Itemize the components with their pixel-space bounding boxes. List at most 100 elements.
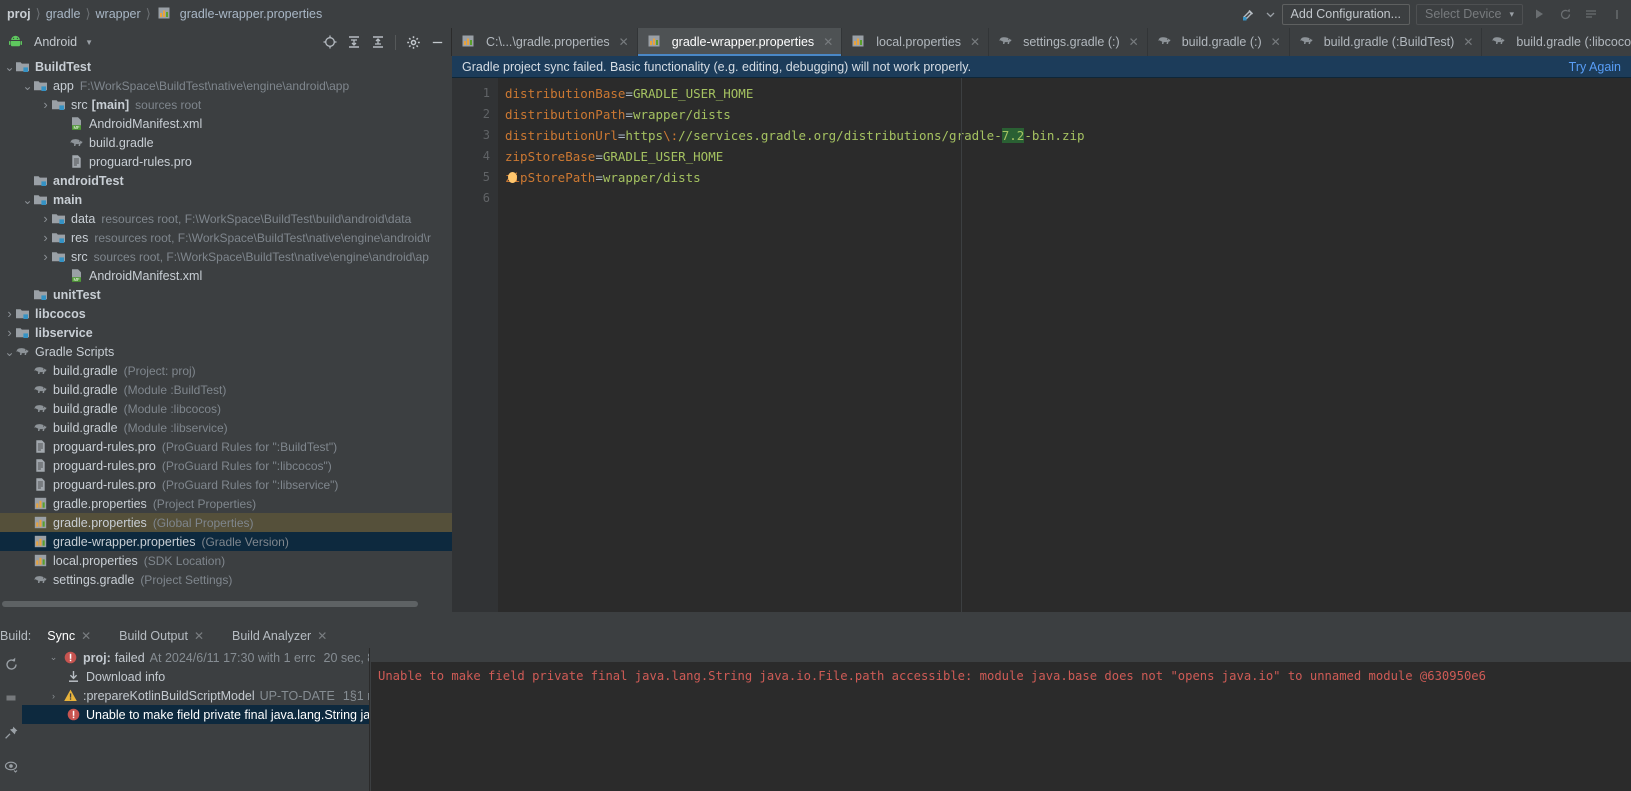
build-console[interactable]: Unable to make field private final java.… <box>371 648 1631 791</box>
editor-tab[interactable]: local.properties ✕ <box>842 28 990 56</box>
project-view-label: Android <box>34 35 78 49</box>
tree-node[interactable]: build.gradle <box>0 133 452 152</box>
close-icon[interactable]: ✕ <box>970 35 980 49</box>
manifest-file-icon: MF <box>69 116 85 132</box>
tree-node[interactable]: local.properties (SDK Location) <box>0 551 452 570</box>
close-icon[interactable]: ✕ <box>619 35 629 49</box>
pin-icon[interactable] <box>1 722 21 742</box>
close-icon[interactable]: ✕ <box>1271 35 1281 49</box>
chevron-right-icon[interactable]: › <box>4 306 15 321</box>
tab-build-output[interactable]: Build Output ✕ <box>115 624 208 648</box>
collapse-all-icon[interactable] <box>368 32 388 52</box>
editor-tab[interactable]: build.gradle (:) ✕ <box>1148 28 1290 56</box>
tree-node[interactable]: ⌄ app F:\WorkSpace\BuildTest\native\engine… <box>0 76 452 95</box>
close-icon[interactable]: ✕ <box>317 629 327 643</box>
tree-node[interactable]: settings.gradle (Project Settings) <box>0 570 452 589</box>
tree-node[interactable]: gradle.properties (Project Properties) <box>0 494 452 513</box>
code-content[interactable]: distributionBase=GRADLE_USER_HOME distri… <box>498 78 1631 612</box>
tree-node[interactable]: proguard-rules.pro (ProGuard Rules for ":… <box>0 456 452 475</box>
build-result-tree[interactable]: ⌄ proj: failed At 2024/6/11 17:30 with 1 er… <box>22 648 370 791</box>
build-tree-row[interactable]: Unable to make field private final java.… <box>22 705 369 724</box>
tab-sync[interactable]: Sync ✕ <box>43 624 96 650</box>
rerun-icon[interactable] <box>1555 4 1575 24</box>
code-line-2: distributionPath=wrapper/dists <box>498 104 1631 125</box>
editor-tab[interactable]: build.gradle (:BuildTest) ✕ <box>1290 28 1483 56</box>
tree-node[interactable]: unitTest <box>0 285 452 304</box>
tree-node[interactable]: › data resources root, F:\WorkSpace\BuildT… <box>0 209 452 228</box>
line-number: 4 <box>482 149 490 163</box>
chevron-down-icon[interactable]: ⌄ <box>22 79 33 93</box>
chevron-right-icon[interactable]: › <box>4 325 15 340</box>
breadcrumb-item-wrapper[interactable]: wrapper <box>93 7 144 21</box>
expand-all-icon[interactable] <box>344 32 364 52</box>
close-icon[interactable]: ✕ <box>194 629 204 643</box>
tree-node[interactable]: MF AndroidManifest.xml <box>0 114 452 133</box>
editor-tab-active[interactable]: gradle-wrapper.properties ✕ <box>637 28 843 56</box>
build-tree-row[interactable]: ›:prepareKotlinBuildScriptModel UP-TO-DAT… <box>22 686 369 705</box>
more-icon[interactable] <box>1607 4 1627 24</box>
editor-tab[interactable]: build.gradle (:libcoco <box>1482 28 1631 56</box>
tree-node[interactable]: gradle.properties (Global Properties) <box>0 513 452 532</box>
target-locate-icon[interactable] <box>320 32 340 52</box>
gear-icon[interactable] <box>403 32 423 52</box>
tree-node[interactable]: › src [main] sources root <box>0 95 452 114</box>
add-configuration-button[interactable]: Add Configuration... <box>1281 3 1411 25</box>
tree-node[interactable]: ⌄ BuildTest <box>0 57 452 76</box>
refresh-icon[interactable] <box>1 654 21 674</box>
chevron-down-icon[interactable] <box>1265 4 1276 24</box>
tree-node[interactable]: proguard-rules.pro (ProGuard Rules for ":… <box>0 475 452 494</box>
tab-build-analyzer[interactable]: Build Analyzer ✕ <box>228 624 331 648</box>
gradle-elephant-icon <box>15 344 31 360</box>
close-icon[interactable]: ✕ <box>1129 35 1139 49</box>
minimize-icon[interactable] <box>427 32 447 52</box>
eye-filter-icon[interactable] <box>1 756 21 776</box>
run-triangle-icon[interactable] <box>1529 4 1549 24</box>
tree-node[interactable]: build.gradle (Module :BuildTest) <box>0 380 452 399</box>
tree-node[interactable]: build.gradle (Module :libcocos) <box>0 399 452 418</box>
editor-tab[interactable]: C:\...\gradle.properties ✕ <box>452 28 638 56</box>
chevron-down-icon[interactable]: ⌄ <box>22 193 33 207</box>
tree-node[interactable]: ⌄ main <box>0 190 452 209</box>
project-horizontal-scrollbar[interactable] <box>0 600 452 608</box>
chevron-right-icon[interactable]: › <box>40 249 51 264</box>
close-icon[interactable]: ✕ <box>81 629 91 643</box>
tree-node[interactable]: ⌄ Gradle Scripts <box>0 342 452 361</box>
breadcrumb-item-proj[interactable]: proj <box>4 7 34 21</box>
tree-node[interactable]: proguard-rules.pro (ProGuard Rules for ":… <box>0 437 452 456</box>
stop-icon[interactable] <box>1 688 21 708</box>
chevron-down-icon[interactable]: ⌄ <box>4 60 15 74</box>
build-tree-row[interactable]: ⌄ proj: failed At 2024/6/11 17:30 with 1 er… <box>22 648 369 667</box>
breadcrumb-item-gradle[interactable]: gradle <box>43 7 84 21</box>
breadcrumb-item-file[interactable]: gradle-wrapper.properties <box>177 7 325 21</box>
chevron-right-icon[interactable]: › <box>40 97 51 112</box>
tree-node[interactable]: › libservice <box>0 323 452 342</box>
build-tab-bar: Build: Sync ✕ Build Output ✕ Build Analy… <box>0 624 1631 650</box>
close-icon[interactable]: ✕ <box>823 35 833 49</box>
close-icon[interactable]: ✕ <box>1463 35 1473 49</box>
project-tree-pane[interactable]: ⌄ BuildTest ⌄ app F:\WorkSpace\BuildTest\nat… <box>0 56 452 612</box>
chevron-right-icon[interactable]: › <box>48 691 59 701</box>
chevron-down-icon[interactable]: ▼ <box>85 38 93 47</box>
output-list-icon[interactable] <box>1581 4 1601 24</box>
build-tree-row[interactable]: Download info <box>22 667 369 686</box>
tree-node[interactable]: androidTest <box>0 171 452 190</box>
editor-tab[interactable]: settings.gradle (:) ✕ <box>989 28 1148 56</box>
tree-node[interactable]: gradle-wrapper.properties (Gradle Version… <box>0 532 452 551</box>
select-device-dropdown[interactable]: Select Device ▾ <box>1416 3 1523 25</box>
tree-node[interactable]: build.gradle (Project: proj) <box>0 361 452 380</box>
chevron-right-icon[interactable]: › <box>40 230 51 245</box>
scrollbar-thumb[interactable] <box>2 601 418 607</box>
tree-node[interactable]: proguard-rules.pro <box>0 152 452 171</box>
code-key: zipStorePath <box>505 170 596 185</box>
code-editor[interactable]: Gradle project sync failed. Basic functi… <box>452 56 1631 612</box>
tree-node[interactable]: › src sources root, F:\WorkSpace\BuildTest… <box>0 247 452 266</box>
hammer-icon[interactable] <box>1239 4 1259 24</box>
tree-node[interactable]: MF AndroidManifest.xml <box>0 266 452 285</box>
tree-node[interactable]: build.gradle (Module :libservice) <box>0 418 452 437</box>
tree-node[interactable]: › libcocos <box>0 304 452 323</box>
tree-node[interactable]: › res resources root, F:\WorkSpace\BuildTe… <box>0 228 452 247</box>
try-again-link[interactable]: Try Again <box>1569 60 1621 74</box>
chevron-right-icon[interactable]: › <box>40 211 51 226</box>
chevron-down-icon[interactable]: ⌄ <box>4 345 15 359</box>
chevron-down-icon[interactable]: ⌄ <box>48 652 59 663</box>
